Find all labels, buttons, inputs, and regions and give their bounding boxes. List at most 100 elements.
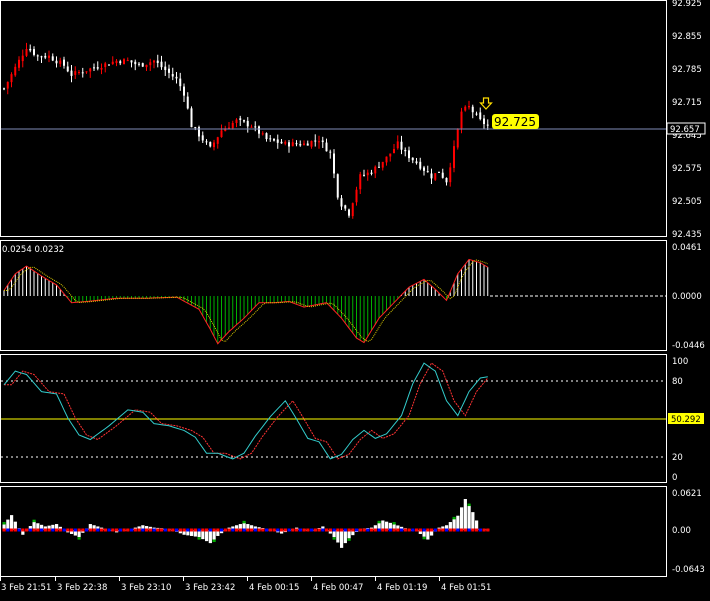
candle-body xyxy=(6,81,9,89)
bid-price-tag: 92.657 xyxy=(666,122,706,135)
candle-body xyxy=(333,153,335,174)
bottom-bar-cap xyxy=(190,528,194,532)
bottom-bar xyxy=(205,530,209,542)
bottom-bar-cap xyxy=(373,528,377,532)
bottom-bar-cap xyxy=(171,528,175,532)
stoch-current-label: 50.292 xyxy=(671,415,701,425)
bottom-bar-cap xyxy=(310,528,314,532)
bottom-bar-cap xyxy=(55,528,59,532)
candle-body xyxy=(239,118,242,120)
bottom-bar-cap xyxy=(407,528,411,532)
candle-body xyxy=(486,124,489,126)
bottom-bar-cap xyxy=(212,528,216,532)
candle-body xyxy=(336,174,339,198)
time-label: 4 Feb 00:15 xyxy=(249,583,299,593)
candle-body xyxy=(40,56,43,58)
bottom-bar-cap xyxy=(362,528,366,532)
bottom-bar xyxy=(467,505,471,530)
bottom-bar-cap xyxy=(115,528,119,532)
bottom-bar-cap xyxy=(306,528,310,532)
candle-body xyxy=(205,141,208,143)
candle-body xyxy=(404,149,407,152)
candle-body xyxy=(471,106,474,113)
candle-body xyxy=(179,78,182,87)
bottom-bar-cap xyxy=(43,528,47,532)
candle-body xyxy=(74,71,77,75)
candle-body xyxy=(115,60,118,63)
candle-body xyxy=(119,61,122,64)
candle-body xyxy=(280,141,283,144)
candle-body xyxy=(449,167,452,183)
candle-body xyxy=(130,60,133,63)
time-label: 4 Feb 01:19 xyxy=(377,583,427,593)
bottom-bar-cap xyxy=(156,528,160,532)
candle-body xyxy=(138,63,140,65)
candle-body xyxy=(85,71,88,73)
bottom-bar-cap xyxy=(122,528,126,532)
bottom-bar-cap xyxy=(291,528,295,532)
candle-body xyxy=(291,142,294,147)
candle-body xyxy=(370,172,373,174)
last-price-label: 92.725 xyxy=(494,115,536,129)
bottom-bar-cap xyxy=(475,528,479,532)
candle-body xyxy=(314,140,317,142)
bottom-bar-cap xyxy=(62,528,66,532)
bottom-bar-cap xyxy=(220,528,224,532)
candle-body xyxy=(374,166,377,174)
candle-body xyxy=(321,140,324,143)
candle-body xyxy=(363,174,365,176)
bottom-bar-tip xyxy=(422,536,426,540)
candle-body xyxy=(445,177,448,183)
bottom-bar-cap xyxy=(426,528,430,532)
candle-body xyxy=(145,64,148,68)
bottom-bar-cap xyxy=(366,528,370,532)
bottom-bar-cap xyxy=(253,528,257,532)
bottom-bar-cap xyxy=(422,528,426,532)
bottom-bar-cap xyxy=(28,528,32,532)
bottom-bar-cap xyxy=(81,528,85,532)
candle-body xyxy=(59,60,62,64)
candle-body xyxy=(18,59,20,68)
bottom-bar-cap xyxy=(257,528,261,532)
candle-body xyxy=(228,127,230,129)
candle-body xyxy=(355,189,358,203)
price-tick: 92.785 xyxy=(672,65,702,75)
candle-body xyxy=(385,156,388,163)
bottom-bar-cap xyxy=(430,528,434,532)
bottom-bar xyxy=(340,530,344,548)
bottom-bar-cap xyxy=(463,528,467,532)
candle-body xyxy=(168,68,170,73)
bottom-bar-cap xyxy=(197,528,201,532)
candle-body xyxy=(456,128,459,148)
time-label: 4 Feb 01:51 xyxy=(441,583,491,593)
candle-body xyxy=(141,63,144,67)
candle-body xyxy=(366,172,369,176)
bottom-bar xyxy=(343,530,347,544)
bottom-bar-tip xyxy=(32,519,36,523)
bottom-bar-cap xyxy=(471,528,475,532)
trading-chart[interactable]: 92.925 92.855 92.785 92.715 92.645 92.57… xyxy=(0,0,710,597)
candle-body xyxy=(359,174,362,190)
candle-body xyxy=(51,56,54,61)
bottom-bar-cap xyxy=(58,528,62,532)
bottom-bar-cap xyxy=(486,528,490,532)
candle-body xyxy=(209,141,212,147)
candle-body xyxy=(344,205,347,209)
bottom-bar-cap xyxy=(313,528,317,532)
candle-body xyxy=(213,142,215,148)
candle-body xyxy=(288,142,290,147)
price-tick: 92.575 xyxy=(672,164,702,174)
time-label: 3 Feb 23:10 xyxy=(121,583,171,593)
bottom-bar-cap xyxy=(287,528,291,532)
bottom-bar-cap xyxy=(92,528,96,532)
stoch-tick: 20 xyxy=(672,453,683,463)
candle-body xyxy=(153,60,155,63)
candle-body xyxy=(306,143,309,146)
bottom-bar-cap xyxy=(182,528,186,532)
candle-body xyxy=(340,198,343,207)
stoch-tick: 0 xyxy=(672,473,677,483)
candle-body xyxy=(381,161,384,168)
bottom-bar-cap xyxy=(460,528,464,532)
bottom-bar-cap xyxy=(70,528,74,532)
bottom-bar-cap xyxy=(96,528,100,532)
